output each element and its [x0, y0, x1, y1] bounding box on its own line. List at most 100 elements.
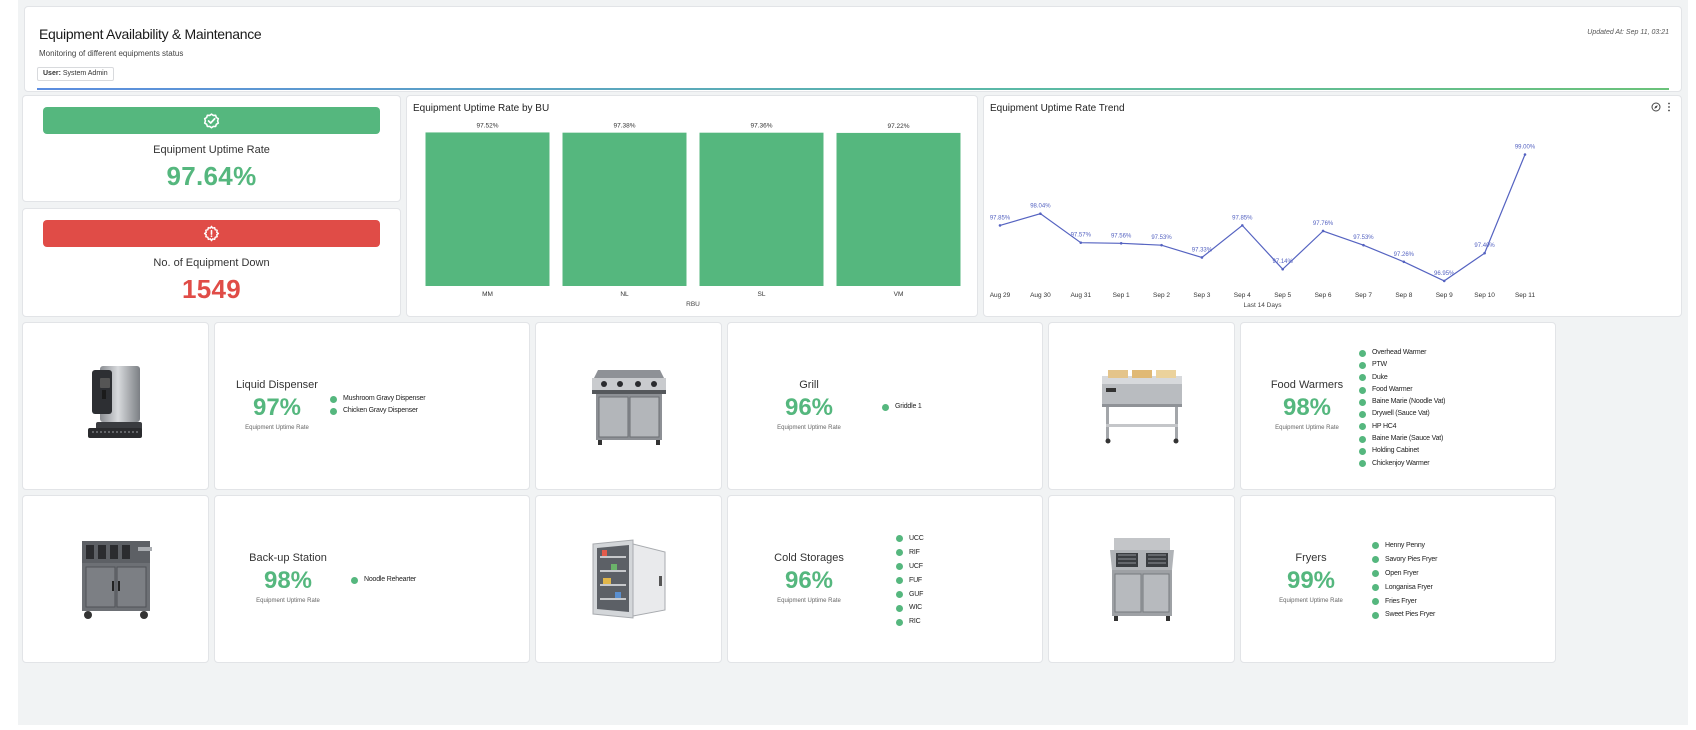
- x-tick-label: Sep 10: [1474, 292, 1495, 299]
- x-tick-label: Sep 8: [1395, 292, 1412, 299]
- status-dot: [896, 591, 903, 598]
- equipment-uptime-pct: 99%: [1286, 567, 1336, 594]
- equipment-item-label: Savory Pies Fryer: [1385, 555, 1438, 563]
- equipment-item-label: Holding Cabinet: [1372, 447, 1419, 455]
- equipment-item-list: Mushroom Gravy Dispenser Chicken Gravy D…: [330, 393, 426, 418]
- bar-sl: [699, 132, 824, 286]
- point-data-label: 99.00%: [1515, 145, 1536, 151]
- equipment-item-label: Baine Marie (Sauce Vat): [1372, 435, 1444, 443]
- x-tick-label: Sep 1: [1113, 292, 1130, 299]
- kpi-uptime-card: Equipment Uptime Rate 97.64%: [22, 95, 401, 202]
- list-item: RIC: [896, 615, 924, 629]
- equipment-item-label: WIC: [909, 604, 923, 612]
- status-dot: [1372, 611, 1379, 619]
- check-badge-icon: [203, 113, 220, 129]
- status-dot: [1372, 542, 1379, 550]
- point-data-label: 97.53%: [1151, 235, 1172, 241]
- equipment-card-fryers[interactable]: Fryers 99% Equipment Uptime Rate Henny P…: [1240, 495, 1556, 663]
- status-dot: [1359, 398, 1366, 406]
- list-item: RIF: [896, 546, 924, 560]
- list-item: Fries Fryer: [1372, 595, 1437, 609]
- uptime-by-bu-chart-card: Equipment Uptime Rate by BU 97.52% MM 97.3…: [406, 95, 978, 317]
- bar-chart: 97.52% MM 97.38% NL 97.36% SL 97.22% VM RBU: [425, 122, 961, 308]
- status-dot: [1359, 386, 1366, 394]
- trend-point: [1523, 153, 1527, 156]
- kpi-down-label: No. of Equipment Down: [153, 257, 270, 269]
- status-dot: [351, 576, 358, 584]
- equipment-card-grill[interactable]: Grill 96% Equipment Uptime Rate Griddle …: [727, 322, 1043, 490]
- equipment-item-label: Noodle Rehearter: [364, 576, 417, 583]
- food-warmer-image-card: [1048, 322, 1235, 490]
- x-tick-label: MM: [482, 291, 493, 298]
- gear-warning-icon: [203, 225, 220, 242]
- page-title: Equipment Availability & Maintenance: [39, 26, 262, 42]
- equipment-card-liquid-dispenser[interactable]: Liquid Dispenser 97% Equipment Uptime Ra…: [214, 322, 530, 490]
- equipment-uptime-caption: Equipment Uptime Rate: [777, 425, 841, 431]
- x-tick-label: Sep 11: [1515, 292, 1536, 299]
- kpi-down-banner: [43, 220, 380, 247]
- trend-point: [998, 224, 1002, 227]
- bar-data-label: 97.52%: [476, 122, 498, 129]
- x-tick-label: Aug 31: [1070, 292, 1091, 299]
- status-dot: [896, 577, 903, 585]
- trend-point: [1200, 256, 1204, 259]
- list-item: HP HC4: [1359, 421, 1445, 433]
- equipment-item-label: Baine Marie (Noodle Vat): [1372, 398, 1446, 406]
- equipment-item-list: Henny Penny Savory Pies Fryer Open Fryer…: [1372, 539, 1437, 622]
- list-item: Savory Pies Fryer: [1372, 553, 1437, 567]
- list-item: Chickenjoy Warmer: [1359, 458, 1445, 470]
- status-dot: [1372, 584, 1379, 592]
- equipment-item-label: Duke: [1372, 373, 1388, 381]
- status-dot: [1359, 361, 1366, 369]
- equipment-item-label: Food Warmer: [1372, 385, 1413, 393]
- equipment-name: Fryers: [1295, 552, 1327, 564]
- trend-line: [999, 154, 1526, 282]
- griddle-image: [591, 370, 666, 445]
- backup-station-image-card: [22, 495, 209, 663]
- trend-point: [1402, 260, 1406, 264]
- equipment-item-label: HP HC4: [1372, 422, 1397, 430]
- equipment-card-food-warmers[interactable]: Food Warmers 98% Equipment Uptime Rate O…: [1240, 322, 1556, 490]
- status-dot: [1359, 374, 1366, 382]
- status-dot: [1372, 598, 1379, 605]
- list-item: WIC: [896, 601, 924, 615]
- equipment-uptime-pct: 96%: [784, 567, 834, 594]
- trend-point: [1321, 229, 1325, 233]
- x-tick-label: Sep 2: [1153, 292, 1170, 299]
- trend-point: [1119, 242, 1123, 245]
- status-dot: [896, 549, 903, 557]
- bar-mm: [425, 132, 550, 286]
- equipment-item-label: Henny Penny: [1385, 542, 1425, 549]
- point-data-label: 97.53%: [1353, 235, 1374, 241]
- list-item: Baine Marie (Noodle Vat): [1359, 396, 1445, 408]
- equipment-item-label: UCF: [909, 562, 923, 570]
- status-dot: [1372, 556, 1379, 564]
- list-item: UCF: [896, 560, 924, 574]
- equipment-uptime-caption: Equipment Uptime Rate: [256, 598, 320, 604]
- point-data-label: 97.33%: [1192, 247, 1213, 253]
- equipment-item-label: Mushroom Gravy Dispenser: [343, 395, 426, 402]
- page-subtitle: Monitoring of different equipments statu…: [39, 49, 184, 58]
- point-data-label: 97.40%: [1474, 243, 1495, 249]
- equipment-name: Cold Storages: [774, 552, 844, 564]
- list-item: Sweet Pies Fryer: [1372, 608, 1437, 622]
- trend-point: [1241, 224, 1244, 227]
- equipment-item-label: Longanisa Fryer: [1385, 583, 1433, 591]
- kpi-down-card: No. of Equipment Down 1549: [22, 208, 401, 317]
- equipment-item-label: Griddle 1: [895, 403, 922, 410]
- fryer-image-card: [1048, 495, 1235, 663]
- list-item: Drywell (Sauce Vat): [1359, 408, 1445, 420]
- equipment-card-back-up-station[interactable]: Back-up Station 98% Equipment Uptime Rat…: [214, 495, 530, 663]
- status-dot: [1359, 448, 1366, 456]
- trend-point: [1483, 251, 1486, 255]
- list-item: Duke: [1359, 372, 1445, 384]
- status-dot: [1359, 460, 1366, 468]
- bar-nl: [562, 132, 687, 286]
- list-item: Baine Marie (Sauce Vat): [1359, 433, 1445, 445]
- equipment-card-cold-storages[interactable]: Cold Storages 96% Equipment Uptime Rate …: [727, 495, 1043, 663]
- user-chip[interactable]: User: System Admin: [37, 67, 114, 81]
- x-tick-label: Sep 3: [1193, 292, 1210, 299]
- kpi-uptime-banner: [43, 107, 380, 134]
- dashboard-header: Equipment Availability & Maintenance Mon…: [24, 6, 1682, 92]
- liquid-dispenser-image-card: [22, 322, 209, 490]
